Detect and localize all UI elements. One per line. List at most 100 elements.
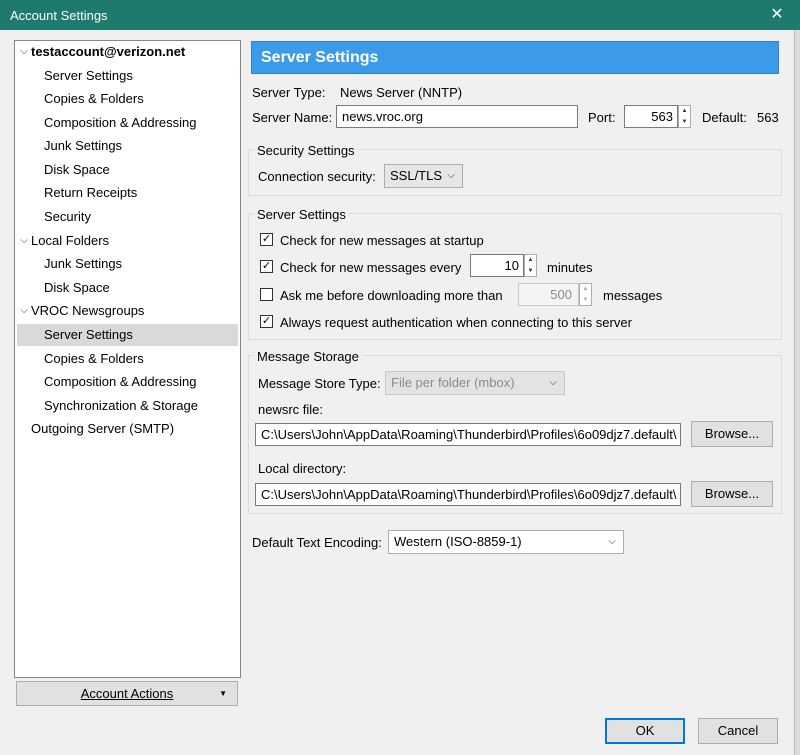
tree-item-junk-settings[interactable]: Junk Settings — [17, 135, 238, 157]
tree-item-composition[interactable]: Composition & Addressing — [17, 371, 238, 393]
tree-item-label: VROC Newsgroups — [31, 303, 145, 318]
local-directory-label: Local directory: — [258, 461, 347, 476]
chevron-down-icon: ⌵ — [549, 377, 557, 388]
text-encoding-label: Default Text Encoding: — [252, 535, 382, 550]
chevron-down-icon: ⌵ — [447, 170, 455, 181]
check-interval-input[interactable]: 10 — [470, 254, 524, 277]
check-icon: ✓ — [261, 260, 272, 272]
tree-item-composition[interactable]: Composition & Addressing — [17, 112, 238, 134]
minutes-label: minutes — [547, 260, 593, 275]
spin-down-icon[interactable]: ▼ — [679, 117, 690, 128]
port-input[interactable]: 563 — [624, 105, 678, 128]
title-bar: Account Settings ✕ — [0, 0, 800, 30]
chevron-down-icon[interactable]: ⌵ — [17, 41, 31, 63]
tree-item-vroc-newsgroups[interactable]: ⌵ VROC Newsgroups — [17, 300, 238, 322]
tree-item-label: Disk Space — [44, 162, 110, 177]
security-settings-title: Security Settings — [254, 143, 358, 158]
server-name-input[interactable]: news.vroc.org — [336, 105, 578, 128]
account-actions-button[interactable]: Account Actions ▼ — [16, 681, 238, 706]
ask-before-label: Ask me before downloading more than — [280, 288, 503, 303]
tree-item-copies-folders[interactable]: Copies & Folders — [17, 348, 238, 370]
tree-item-label: Junk Settings — [44, 138, 123, 153]
connection-security-label: Connection security: — [258, 169, 376, 184]
spin-up-icon[interactable]: ▲ — [525, 255, 536, 266]
check-startup-label: Check for new messages at startup — [280, 233, 484, 248]
tree-item-synchronization[interactable]: Synchronization & Storage — [17, 395, 238, 417]
check-icon: ✓ — [261, 315, 272, 327]
ok-button[interactable]: OK — [605, 718, 685, 744]
server-settings-title: Server Settings — [254, 207, 349, 222]
cancel-button[interactable]: Cancel — [698, 718, 778, 744]
check-startup-checkbox[interactable]: ✓ — [260, 233, 273, 246]
tree-item-label: Local Folders — [31, 233, 110, 248]
chevron-down-icon[interactable]: ⌵ — [17, 230, 31, 252]
chevron-down-icon[interactable]: ⌵ — [17, 300, 31, 322]
tree-item-label: Synchronization & Storage — [44, 398, 198, 413]
text-encoding-value: Western (ISO-8859-1) — [394, 534, 522, 549]
tree-item-junk-settings[interactable]: Junk Settings — [17, 253, 238, 275]
newsrc-label: newsrc file: — [258, 402, 324, 417]
local-directory-browse-button[interactable]: Browse... — [691, 481, 773, 507]
spin-up-icon[interactable]: ▲ — [679, 106, 690, 117]
server-type-label: Server Type: — [252, 85, 326, 100]
newsrc-path-input[interactable]: C:\Users\John\AppData\Roaming\Thunderbir… — [255, 423, 681, 446]
connection-security-select[interactable]: SSL/TLS ⌵ — [384, 164, 463, 188]
tree-item-label: testaccount@verizon.net — [31, 44, 186, 59]
tree-item-server-settings[interactable]: Server Settings — [17, 65, 238, 87]
ask-before-checkbox[interactable] — [260, 288, 273, 301]
tree-item-testaccount[interactable]: ⌵ testaccount@verizon.net — [17, 41, 238, 63]
port-stepper[interactable]: ▲ ▼ — [678, 105, 691, 128]
tree-item-label: Composition & Addressing — [44, 115, 197, 130]
tree-item-label: Server Settings — [44, 327, 133, 342]
newsrc-browse-button[interactable]: Browse... — [691, 421, 773, 447]
store-type-select[interactable]: File per folder (mbox) ⌵ — [385, 371, 565, 395]
tree-item-server-settings-selected[interactable]: Server Settings — [17, 324, 238, 346]
server-type-value: News Server (NNTP) — [340, 85, 463, 100]
messages-label: messages — [603, 288, 663, 303]
page-title: Server Settings — [251, 41, 779, 74]
local-directory-input[interactable]: C:\Users\John\AppData\Roaming\Thunderbir… — [255, 483, 681, 506]
check-interval-stepper[interactable]: ▲ ▼ — [524, 254, 537, 277]
dropdown-arrow-icon: ▼ — [219, 689, 227, 698]
tree-item-label: Outgoing Server (SMTP) — [31, 421, 175, 436]
tree-item-outgoing-server[interactable]: Outgoing Server (SMTP) — [17, 418, 238, 440]
check-icon: ✓ — [261, 233, 272, 245]
tree-item-security[interactable]: Security — [17, 206, 238, 228]
account-actions-label: Account Actions — [80, 686, 174, 701]
spin-down-icon[interactable]: ▼ — [525, 266, 536, 277]
close-icon[interactable]: ✕ — [754, 0, 800, 30]
default-port-value: 563 — [757, 110, 779, 125]
tree-item-label: Composition & Addressing — [44, 374, 197, 389]
text-encoding-select[interactable]: Western (ISO-8859-1) ⌵ — [388, 530, 624, 554]
ask-before-stepper[interactable]: ▲ ▼ — [579, 283, 592, 306]
tree-item-local-folders[interactable]: ⌵ Local Folders — [17, 230, 238, 252]
always-auth-checkbox[interactable]: ✓ — [260, 315, 273, 328]
chevron-down-icon: ⌵ — [608, 536, 616, 547]
tree-item-label: Security — [44, 209, 91, 224]
tree-item-label: Return Receipts — [44, 185, 138, 200]
window-title: Account Settings — [10, 8, 108, 23]
store-type-label: Message Store Type: — [258, 376, 381, 391]
port-label: Port: — [588, 110, 616, 125]
tree-item-disk-space[interactable]: Disk Space — [17, 277, 238, 299]
tree-item-label: Disk Space — [44, 280, 110, 295]
message-storage-title: Message Storage — [254, 349, 362, 364]
always-auth-label: Always request authentication when conne… — [280, 315, 632, 330]
background-window-edge — [794, 30, 800, 755]
tree-item-copies-folders[interactable]: Copies & Folders — [17, 88, 238, 110]
tree-item-label: Junk Settings — [44, 256, 123, 271]
tree-item-disk-space[interactable]: Disk Space — [17, 159, 238, 181]
tree-item-label: Server Settings — [44, 68, 133, 83]
spin-up-icon[interactable]: ▲ — [580, 284, 591, 295]
tree-item-label: Copies & Folders — [44, 351, 144, 366]
check-every-checkbox[interactable]: ✓ — [260, 260, 273, 273]
spin-down-icon[interactable]: ▼ — [580, 295, 591, 306]
store-type-value: File per folder (mbox) — [391, 375, 515, 390]
account-tree[interactable]: ⌵ testaccount@verizon.net Server Setting… — [14, 40, 241, 678]
server-name-label: Server Name: — [252, 110, 333, 125]
ask-before-input[interactable]: 500 — [518, 283, 579, 306]
tree-item-return-receipts[interactable]: Return Receipts — [17, 182, 238, 204]
check-every-label: Check for new messages every — [280, 260, 462, 275]
connection-security-value: SSL/TLS — [390, 168, 443, 183]
default-port-label: Default: — [702, 110, 747, 125]
